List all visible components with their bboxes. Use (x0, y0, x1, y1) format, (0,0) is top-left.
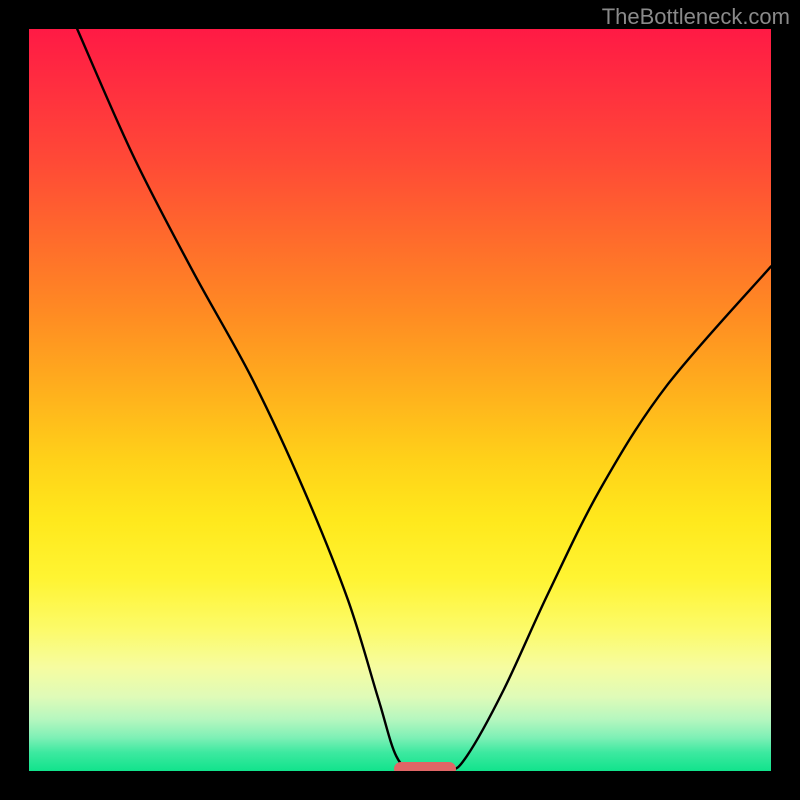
bottleneck-curve (77, 29, 771, 771)
curve-svg (29, 29, 771, 771)
plot-area (29, 29, 771, 771)
chart-frame: TheBottleneck.com (0, 0, 800, 800)
optimal-range-bar (394, 762, 456, 771)
watermark-text: TheBottleneck.com (602, 4, 790, 30)
